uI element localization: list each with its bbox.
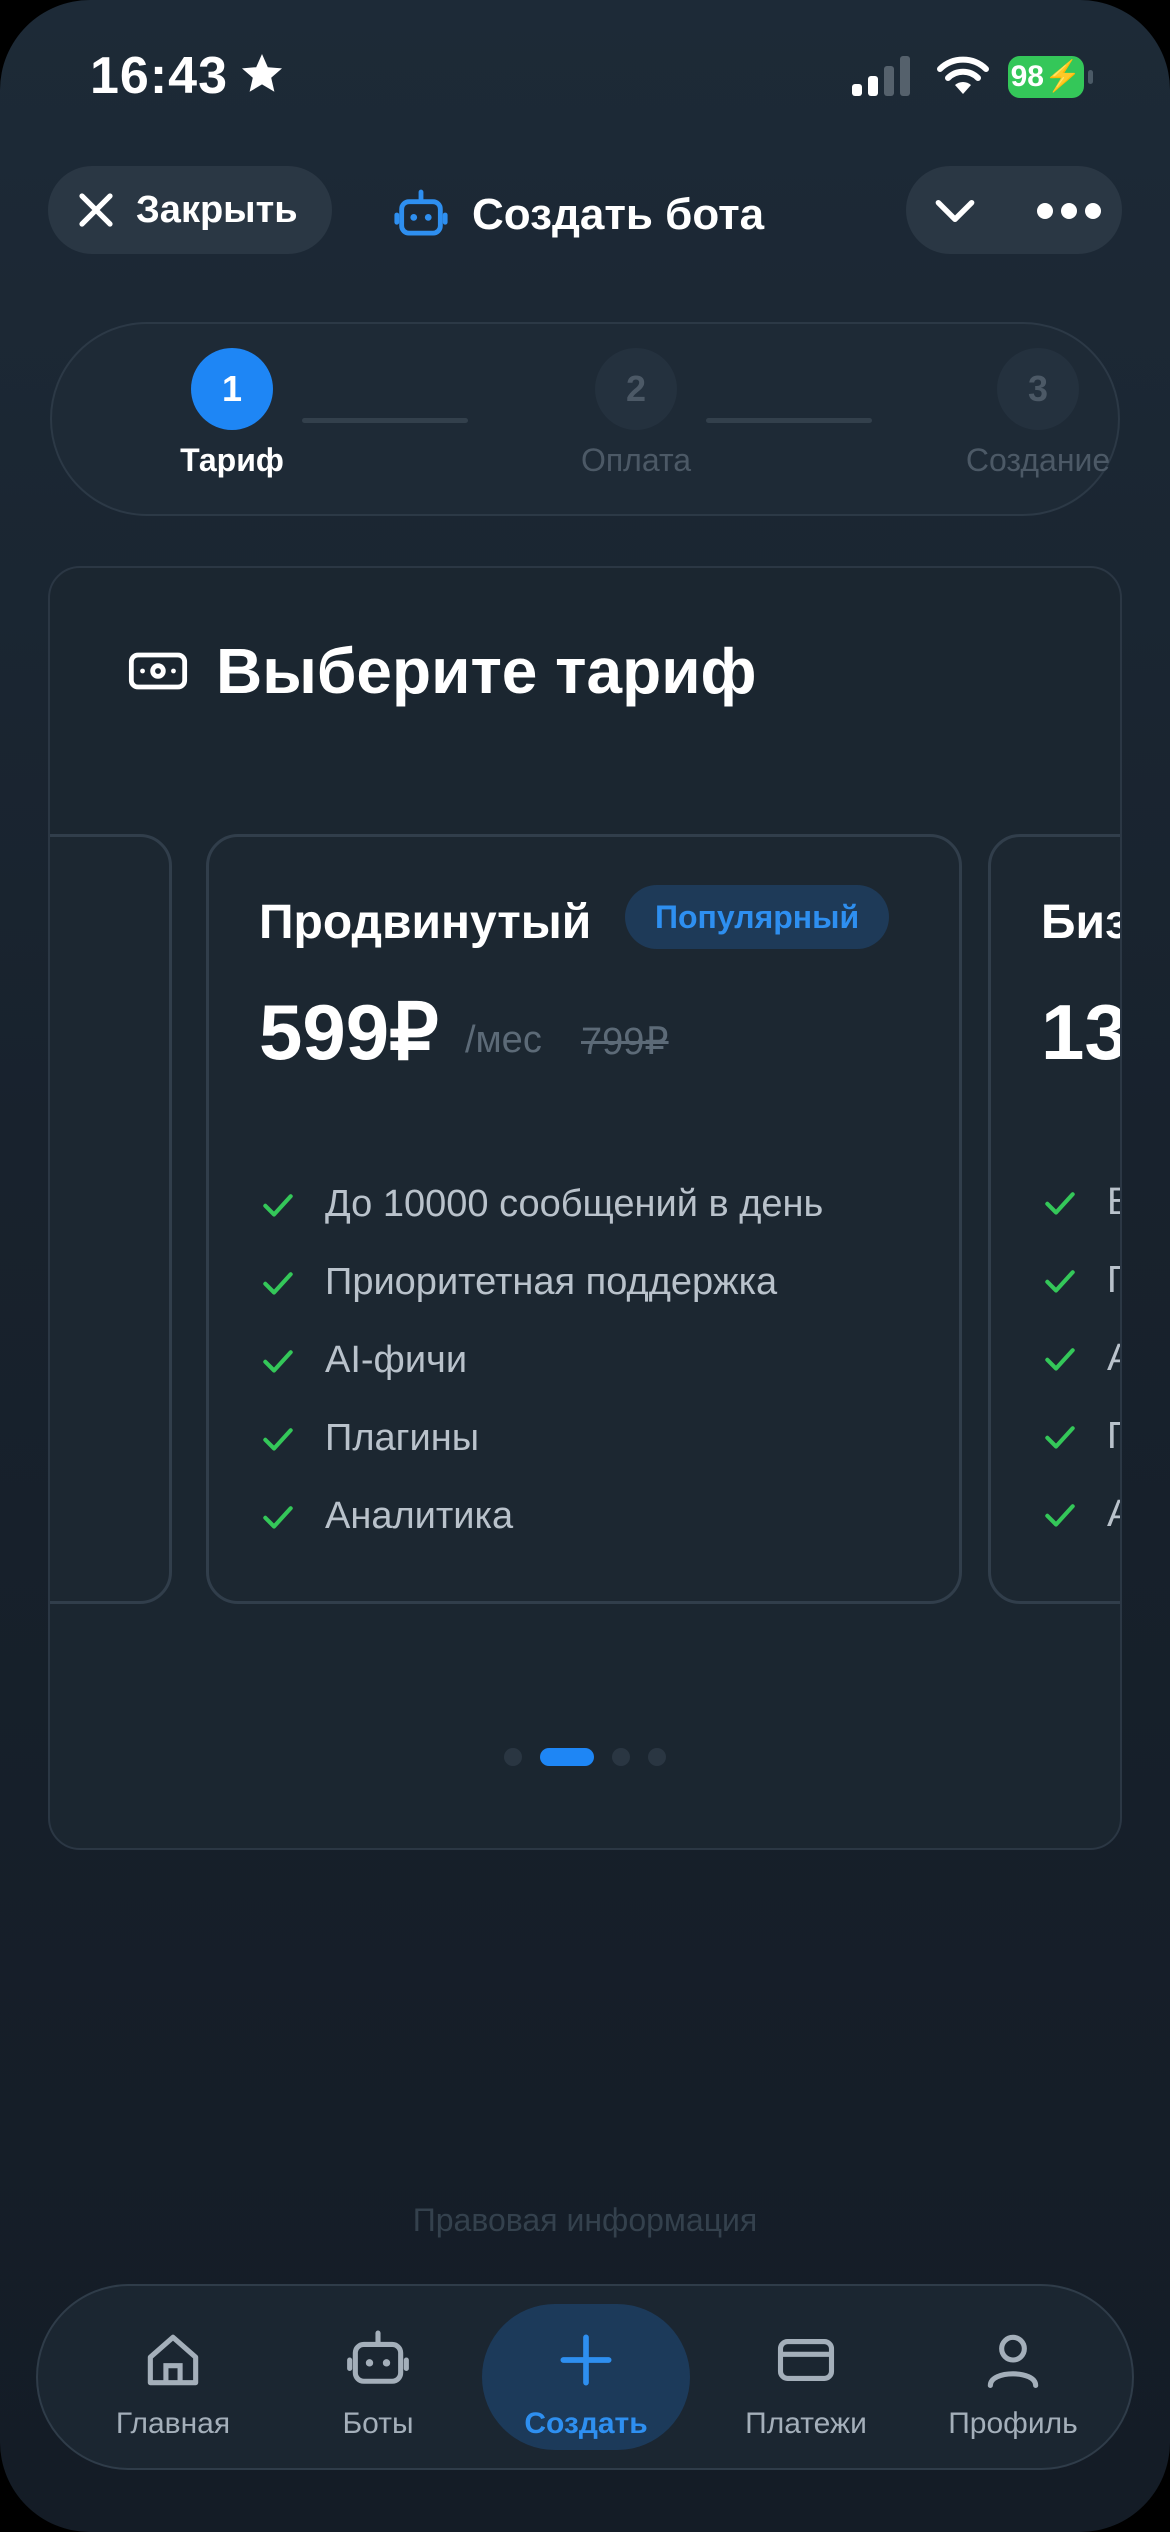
check-icon [1045, 1425, 1075, 1449]
step-creation: 3 Создание [938, 348, 1138, 479]
plan-feature: Плагины [259, 1417, 479, 1460]
plan-feature: А [1041, 1493, 1120, 1536]
header-menu-pill [906, 166, 1122, 254]
check-icon [263, 1505, 293, 1529]
plan-old-price: 799₽ [581, 1021, 669, 1063]
plan-feature-text: Плагины [325, 1417, 480, 1459]
plan-feature-text: Б [1107, 1181, 1120, 1224]
tariff-selection-card: Выберите тариф Продвинутый Популярный 59… [48, 566, 1122, 1850]
tab-home[interactable]: Главная [78, 2286, 268, 2472]
star-icon [242, 54, 282, 92]
bot-icon [394, 189, 448, 236]
tab-label: Боты [342, 2407, 414, 2440]
pagination-dot[interactable] [504, 1748, 522, 1766]
legal-info-link[interactable]: Правовая информация [0, 2202, 1170, 2239]
status-time: 16:43 [90, 47, 228, 105]
close-icon [79, 193, 113, 227]
battery-level: 98 [1010, 60, 1044, 93]
plan-card-previous[interactable] [50, 834, 172, 1604]
plan-period: /мес [465, 1019, 542, 1061]
plus-icon [560, 2334, 612, 2386]
chevron-down-icon[interactable] [930, 186, 980, 236]
battery-indicator: 98⚡ [1008, 56, 1084, 98]
close-button-label: Закрыть [136, 188, 298, 231]
tab-create[interactable]: Создать [482, 2304, 690, 2450]
plan-feature: AI-фичи [259, 1339, 467, 1382]
tab-label: Платежи [745, 2407, 867, 2440]
close-button[interactable]: Закрыть [48, 166, 332, 254]
step-number: 2 [595, 348, 677, 430]
more-options-icon[interactable] [1036, 202, 1102, 220]
pagination-dot[interactable] [648, 1748, 666, 1766]
tab-label: Профиль [948, 2407, 1078, 2440]
step-tariff: 1 Тариф [132, 348, 332, 479]
plan-name: Биз [1041, 896, 1122, 949]
plan-feature: П [1041, 1259, 1120, 1302]
check-icon [263, 1427, 293, 1451]
step-number: 1 [191, 348, 273, 430]
plan-name: Продвинутый [259, 896, 592, 949]
tab-profile[interactable]: Профиль [918, 2286, 1108, 2472]
plan-feature-text: Приоритетная поддержка [325, 1261, 778, 1303]
step-label: Оплата [580, 442, 692, 478]
plan-price: 599₽ [259, 988, 439, 1076]
home-icon [147, 2334, 199, 2386]
step-label: Тариф [180, 442, 284, 478]
popular-badge: Популярный [625, 885, 890, 949]
plan-feature-text: Аналитика [325, 1495, 514, 1537]
plan-feature: Б [1041, 1181, 1120, 1224]
step-label: Создание [965, 442, 1111, 478]
plan-feature: П [1041, 1415, 1120, 1458]
plan-feature-text: AI-фичи [325, 1339, 468, 1381]
check-icon [263, 1349, 293, 1373]
tab-payments[interactable]: Платежи [706, 2286, 906, 2472]
money-icon [128, 652, 188, 690]
card-title-text: Выберите тариф [216, 635, 757, 707]
check-icon [1045, 1347, 1075, 1371]
plan-feature-text: П [1107, 1259, 1120, 1302]
tab-label: Главная [115, 2407, 231, 2440]
plan-price: 13 [1041, 988, 1122, 1076]
plan-feature-text: До 10000 сообщений в день [325, 1183, 824, 1225]
plan-card-business[interactable]: Биз 13 Б П А П А [988, 834, 1122, 1604]
plan-feature: Аналитика [259, 1495, 513, 1538]
plan-card-advanced[interactable]: Продвинутый Популярный 599₽ /мес 799₽ До… [206, 834, 962, 1604]
check-icon [1045, 1503, 1075, 1527]
check-icon [1045, 1191, 1075, 1215]
check-icon [263, 1271, 293, 1295]
cellular-signal-icon [852, 56, 910, 96]
plan-feature: А [1041, 1337, 1120, 1380]
plan-feature-text: А [1107, 1493, 1120, 1536]
step-number: 3 [997, 348, 1079, 430]
step-payment: 2 Оплата [536, 348, 736, 479]
page-title-text: Создать бота [472, 190, 765, 239]
step-connector [706, 418, 872, 423]
person-icon [987, 2334, 1039, 2389]
pagination-dot-active[interactable] [540, 1748, 594, 1766]
progress-stepper: 1 Тариф 2 Оплата 3 Создание [50, 322, 1120, 516]
check-icon [1045, 1269, 1075, 1293]
card-title: Выберите тариф [126, 634, 757, 708]
tab-label: Создать [524, 2407, 648, 2440]
page-title: Создать бота [392, 186, 764, 244]
plan-feature: До 10000 сообщений в день [259, 1183, 823, 1226]
wifi-icon [937, 56, 989, 94]
bot-icon [347, 2330, 409, 2384]
app-screen: 16:43 98⚡ Закрыть Создать бота 1 Тариф 2… [0, 0, 1170, 2532]
check-icon [263, 1193, 293, 1217]
battery-tip [1088, 70, 1093, 84]
tab-bots[interactable]: Боты [288, 2286, 468, 2472]
status-bar: 16:43 98⚡ [0, 0, 1170, 150]
pagination-dot[interactable] [612, 1748, 630, 1766]
plan-feature: Приоритетная поддержка [259, 1261, 777, 1304]
plan-feature-text: А [1107, 1337, 1120, 1380]
bottom-tab-bar: Главная Боты Создать Платежи Профиль [36, 2284, 1134, 2470]
step-connector [302, 418, 468, 423]
card-icon [777, 2339, 835, 2381]
plan-feature-text: П [1107, 1415, 1120, 1458]
